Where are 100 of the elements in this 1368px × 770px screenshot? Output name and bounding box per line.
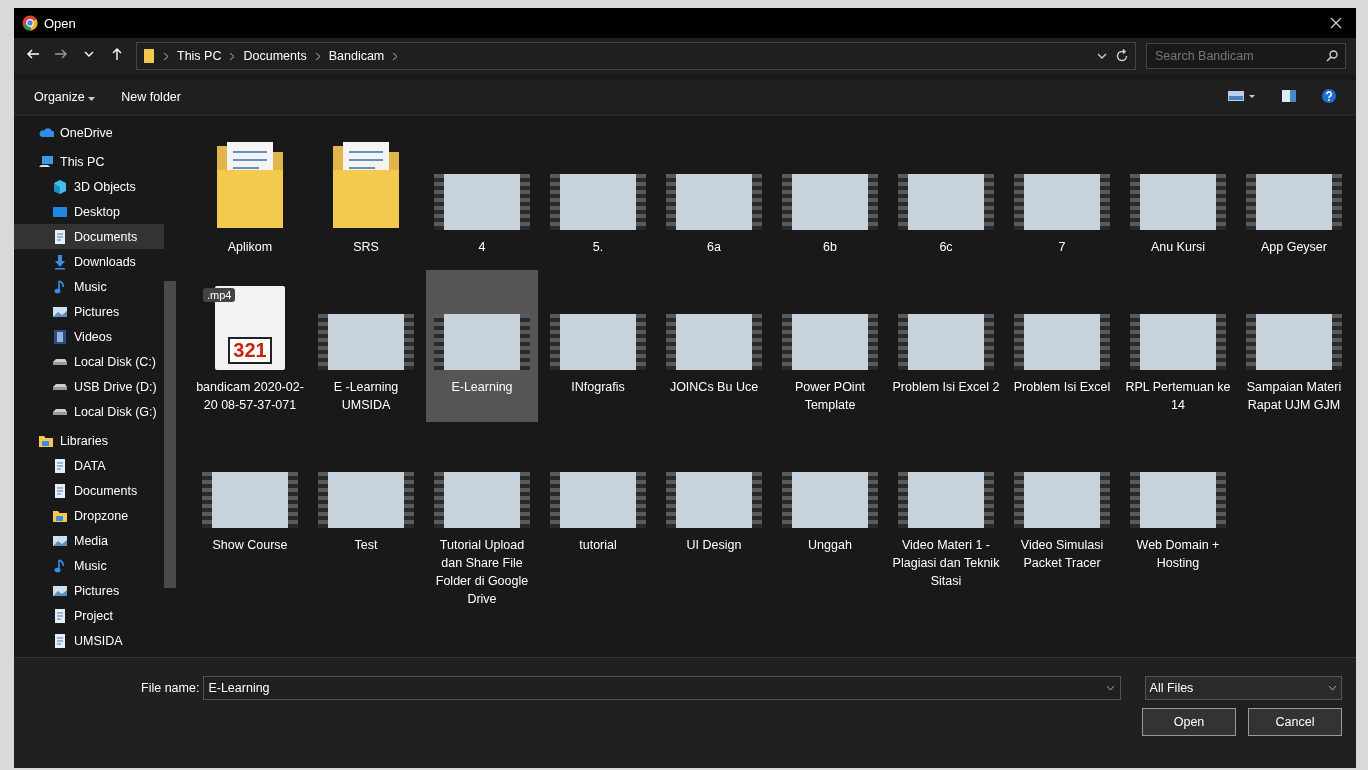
forward-icon xyxy=(54,47,68,61)
organize-button[interactable]: Organize xyxy=(34,90,96,104)
sidebar-item[interactable]: DATA xyxy=(14,453,164,478)
sidebar-item[interactable]: Project xyxy=(14,603,164,628)
file-item[interactable]: 6b xyxy=(774,130,886,264)
document-icon xyxy=(52,457,68,474)
document-icon xyxy=(52,482,68,499)
chevron-down-icon xyxy=(1105,685,1115,691)
sidebar-item[interactable]: Documents xyxy=(14,224,164,249)
download-icon xyxy=(52,253,68,270)
pane-icon xyxy=(1282,89,1296,102)
sidebar-item[interactable]: Documents xyxy=(14,478,164,503)
drive-icon xyxy=(52,357,68,366)
file-item[interactable]: Unggah xyxy=(774,428,886,616)
file-item[interactable]: 6c xyxy=(890,130,1002,264)
sidebar-item[interactable]: Libraries xyxy=(14,428,164,453)
chevron-right-icon xyxy=(314,51,321,61)
film-icon xyxy=(52,328,68,345)
sidebar-item[interactable]: USB Drive (D:) xyxy=(14,374,164,399)
file-item[interactable]: tutorial xyxy=(542,428,654,616)
back-icon xyxy=(26,47,40,61)
file-item[interactable]: Power POint Template xyxy=(774,270,886,422)
browser-logo-icon xyxy=(22,15,38,31)
breadcrumb[interactable]: Documents xyxy=(243,49,307,63)
file-item[interactable]: SRS xyxy=(310,130,422,264)
file-type-dropdown[interactable]: All Files xyxy=(1144,676,1342,700)
file-item[interactable]: Web Domain + Hosting xyxy=(1122,428,1234,616)
file-item[interactable]: 7 xyxy=(1006,130,1118,264)
chevron-down-icon xyxy=(1097,52,1107,60)
file-name-field[interactable]: E-Learning xyxy=(203,676,1121,700)
drive-icon xyxy=(52,382,68,391)
sidebar-item[interactable]: Pictures xyxy=(14,578,164,603)
sidebar-item[interactable]: Videos xyxy=(14,324,164,349)
search-field[interactable]: Search Bandicam xyxy=(1146,43,1346,69)
file-item[interactable]: 6a xyxy=(658,130,770,264)
icon-label: 321 xyxy=(228,337,272,364)
sidebar-item[interactable]: Music xyxy=(14,274,164,299)
sidebar-item[interactable]: Downloads xyxy=(14,249,164,274)
file-item[interactable]: INfografis xyxy=(542,270,654,422)
close-icon xyxy=(1330,16,1342,29)
document-icon xyxy=(52,632,68,649)
file-item[interactable]: Sampaian Materi Rapat UJM GJM xyxy=(1238,270,1350,422)
new-folder-button[interactable]: New folder xyxy=(121,90,181,104)
scrollbar-thumb[interactable] xyxy=(164,281,176,588)
sidebar-item[interactable]: OneDrive xyxy=(14,120,164,145)
file-item[interactable]: 4 xyxy=(426,130,538,264)
document-icon xyxy=(52,228,68,245)
file-item[interactable]: Tutorial Upload dan Share File Folder di Google Drive xyxy=(426,428,538,616)
breadcrumb[interactable]: Bandicam xyxy=(328,49,385,63)
file-item[interactable]: App Geyser xyxy=(1238,130,1350,264)
view-icon xyxy=(1228,89,1256,102)
file-item[interactable]: Video Materi 1 - Plagiasi dan Teknik Sitasi xyxy=(890,428,1002,616)
chevron-down-icon xyxy=(1328,685,1337,691)
document-icon xyxy=(52,607,68,624)
sidebar-item[interactable]: Media xyxy=(14,528,164,553)
sidebar-item[interactable]: UMSIDA xyxy=(14,628,164,653)
sidebar-item[interactable]: Local Disk (C:) xyxy=(14,349,164,374)
cancel-button[interactable]: Cancel xyxy=(1248,708,1342,736)
address-bar[interactable]: This PC Documents Bandicam xyxy=(136,42,1136,70)
file-item[interactable]: Show Course xyxy=(194,428,306,616)
computer-icon xyxy=(38,153,54,170)
refresh-icon xyxy=(1115,49,1129,63)
file-item[interactable]: RPL Pertemuan ke 14 xyxy=(1122,270,1234,422)
folder-icon xyxy=(143,48,155,64)
file-item[interactable]: JOINCs Bu Uce xyxy=(658,270,770,422)
folder-icon xyxy=(215,140,285,230)
file-item[interactable]: Test xyxy=(310,428,422,616)
window-title: Open xyxy=(44,15,77,31)
file-item[interactable]: Anu Kursi xyxy=(1122,130,1234,264)
file-name-label: File name: xyxy=(140,681,200,695)
breadcrumb[interactable]: This PC xyxy=(177,49,222,63)
chevron-right-icon xyxy=(392,51,399,61)
file-item[interactable]: .mp4 321 bandicam 2020-02-20 08-57-37-071 xyxy=(194,270,306,422)
file-item[interactable]: 5. xyxy=(542,130,654,264)
caret-icon xyxy=(88,97,96,101)
sidebar-item[interactable]: Pictures xyxy=(14,299,164,324)
sidebar-item[interactable]: This PC xyxy=(14,149,164,174)
file-item[interactable]: Problem Isi Excel xyxy=(1006,270,1118,422)
drive-icon xyxy=(52,407,68,416)
file-item[interactable]: E -Learning UMSIDA xyxy=(310,270,422,422)
chevron-right-icon xyxy=(229,51,236,61)
sidebar-item[interactable]: Music xyxy=(14,553,164,578)
file-type-label: .mp4 xyxy=(203,288,236,302)
help-button[interactable] xyxy=(1322,88,1336,106)
file-item[interactable]: E-Learning xyxy=(426,270,538,422)
folder-icon xyxy=(331,140,401,230)
sidebar-item[interactable]: Dropzone xyxy=(14,503,164,528)
sidebar-item[interactable]: Local Disk (G:) xyxy=(14,399,164,424)
up-arrow-icon xyxy=(110,47,124,61)
file-item[interactable]: Video Simulasi Packet Tracer xyxy=(1006,428,1118,616)
open-button[interactable]: Open xyxy=(1142,708,1236,736)
file-item[interactable]: Problem Isi Excel 2 xyxy=(890,270,1002,422)
cube-icon xyxy=(52,178,68,195)
chevron-right-icon xyxy=(163,51,169,61)
sidebar-item[interactable]: Desktop xyxy=(14,199,164,224)
file-item[interactable]: Aplikom xyxy=(194,130,306,264)
file-item[interactable]: UI Design xyxy=(658,428,770,616)
sidebar-item[interactable]: 3D Objects xyxy=(14,174,164,199)
search-icon xyxy=(1326,50,1338,62)
preview-pane-button[interactable] xyxy=(1282,89,1296,105)
